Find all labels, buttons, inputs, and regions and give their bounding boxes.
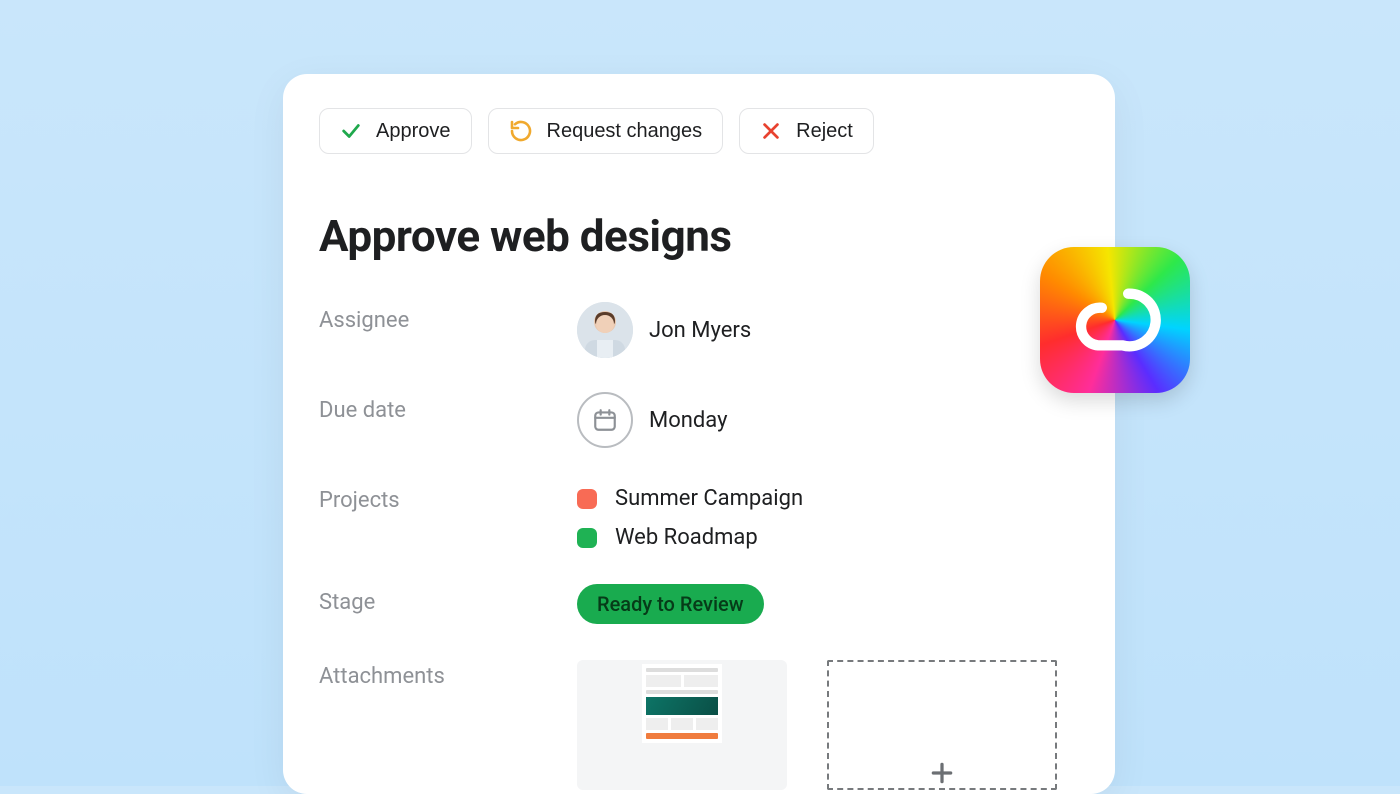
x-icon [760, 120, 782, 142]
due-date-text: Monday [649, 408, 728, 433]
undo-icon [509, 119, 533, 143]
projects-row: Projects Summer Campaign Web Roadmap [319, 482, 1079, 550]
assignee-label: Assignee [319, 302, 577, 333]
check-icon [340, 120, 362, 142]
attachment-thumbnail[interactable] [577, 660, 787, 790]
task-title: Approve web designs [319, 210, 1079, 262]
due-date-row: Due date Monday [319, 392, 1079, 448]
due-date-label: Due date [319, 392, 577, 423]
creative-cloud-badge [1040, 247, 1190, 393]
approve-label: Approve [376, 120, 451, 143]
project-item[interactable]: Summer Campaign [577, 486, 803, 511]
assignee-row: Assignee Jon Myers [319, 302, 1079, 358]
thumbnail-preview [642, 664, 722, 743]
project-color-dot [577, 489, 597, 509]
project-name: Summer Campaign [615, 486, 803, 511]
project-name: Web Roadmap [615, 525, 758, 550]
attachments-list [577, 658, 1057, 790]
stage-row: Stage Ready to Review [319, 584, 1079, 624]
plus-icon [929, 759, 955, 794]
creative-cloud-icon [1068, 280, 1162, 360]
project-item[interactable]: Web Roadmap [577, 525, 803, 550]
attachments-row: Attachments [319, 658, 1079, 790]
assignee-value[interactable]: Jon Myers [577, 302, 751, 358]
assignee-name: Jon Myers [649, 318, 751, 343]
action-bar: Approve Request changes Reject [319, 108, 1079, 154]
projects-list: Summer Campaign Web Roadmap [577, 482, 803, 550]
add-attachment-button[interactable] [827, 660, 1057, 790]
approve-button[interactable]: Approve [319, 108, 472, 154]
task-card: Approve Request changes Reject Approve w… [283, 74, 1115, 794]
calendar-icon [577, 392, 633, 448]
stage-pill: Ready to Review [577, 584, 764, 624]
request-changes-label: Request changes [547, 120, 703, 143]
reject-label: Reject [796, 120, 853, 143]
due-date-value[interactable]: Monday [577, 392, 728, 448]
avatar [577, 302, 633, 358]
attachments-label: Attachments [319, 658, 577, 689]
projects-label: Projects [319, 482, 577, 513]
reject-button[interactable]: Reject [739, 108, 874, 154]
stage-value[interactable]: Ready to Review [577, 584, 764, 624]
request-changes-button[interactable]: Request changes [488, 108, 724, 154]
project-color-dot [577, 528, 597, 548]
stage-label: Stage [319, 584, 577, 615]
